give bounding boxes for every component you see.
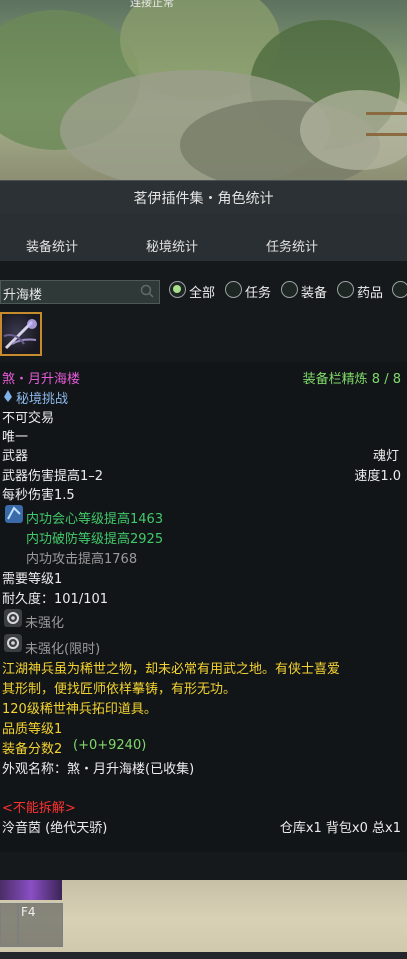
filter-label: 药品 bbox=[357, 286, 384, 301]
radio-icon bbox=[281, 281, 298, 298]
plugin-panel: 茗伊插件集・角色统计 装备统计 秘境统计 任务统计 升海楼 全部 任务 装备 药… bbox=[0, 180, 407, 880]
item-tooltip: 煞・月升海楼 装备栏精炼 8 / 8 秘境挑战 不可交易 唯一 武器 魂灯 武器… bbox=[0, 362, 407, 852]
tab-dungeon-stats[interactable]: 秘境统计 bbox=[146, 236, 198, 255]
buff-bar bbox=[0, 880, 62, 900]
timed-enhance-slot-icon bbox=[4, 634, 22, 652]
owner-character: 泠音茵 (绝代天骄) bbox=[2, 821, 108, 836]
enhance-slot-icon bbox=[4, 609, 22, 627]
item-subtype: 魂灯 bbox=[372, 449, 399, 464]
refine-level: 装备栏精炼 8 / 8 bbox=[302, 372, 401, 387]
hotkey-slot[interactable] bbox=[0, 903, 18, 947]
item-category: 武器 bbox=[2, 449, 29, 464]
search-value: 升海楼 bbox=[3, 288, 43, 303]
no-dismantle: <不能拆解> bbox=[2, 801, 76, 816]
item-name: 煞・月升海楼 bbox=[2, 372, 81, 387]
attr-overcome: 内功破防等级提高2925 bbox=[26, 532, 164, 547]
enhance-status: 未强化 bbox=[25, 616, 65, 631]
radio-icon bbox=[225, 281, 242, 298]
attr-crit: 内功会心等级提高1463 bbox=[26, 512, 164, 527]
unique-flag: 唯一 bbox=[2, 430, 29, 445]
item-icon-slot[interactable] bbox=[0, 312, 42, 356]
attribute-gem-icon bbox=[5, 505, 23, 523]
hotkey-slot-f4[interactable]: F4 bbox=[18, 903, 63, 947]
search-input[interactable]: 升海楼 bbox=[0, 280, 160, 304]
no-trade: 不可交易 bbox=[2, 411, 55, 426]
attr-attack: 内功攻击提高1768 bbox=[26, 552, 138, 567]
gear-score-bonus: (+0+9240) bbox=[73, 738, 147, 753]
connection-status-bar: 连接正常 bbox=[0, 0, 407, 9]
tab-equipment-stats[interactable]: 装备统计 bbox=[26, 236, 78, 255]
hotkey-label: F4 bbox=[21, 905, 36, 919]
weapon-speed: 速度1.0 bbox=[354, 469, 401, 484]
required-level: 需要等级1 bbox=[2, 572, 63, 587]
game-scene-bottom: F4 bbox=[0, 880, 407, 959]
item-tier: 120级稀世神兵拓印道具。 bbox=[2, 702, 157, 717]
filter-label: 装备 bbox=[301, 286, 328, 301]
radio-icon bbox=[392, 281, 407, 298]
dungeon-source-icon bbox=[4, 390, 12, 402]
tab-quest-stats[interactable]: 任务统计 bbox=[266, 236, 318, 255]
game-scene-top: 连接正常 bbox=[0, 0, 407, 180]
lantern-weapon-icon bbox=[3, 319, 37, 350]
timed-enhance-status: 未强化(限时) bbox=[25, 642, 101, 657]
radio-selected-icon bbox=[169, 281, 186, 298]
gear-score: 装备分数2 bbox=[2, 742, 63, 757]
connection-status: 连接正常 bbox=[130, 0, 174, 9]
item-source: 秘境挑战 bbox=[16, 392, 69, 407]
lore-line-1: 江湖神兵虽为稀世之物，却未必常有用武之地。有侠士喜爱 bbox=[2, 662, 341, 677]
filter-label: 任务 bbox=[245, 286, 272, 301]
lore-line-2: 其形制，便找匠师依样摹铸，有形无功。 bbox=[2, 682, 237, 697]
panel-title-bar[interactable]: 茗伊插件集・角色统计 bbox=[0, 180, 407, 214]
appearance-name: 外观名称：煞・月升海楼(已收集) bbox=[2, 762, 195, 777]
stats-tab-bar: 装备统计 秘境统计 任务统计 bbox=[0, 213, 407, 261]
filter-label: 全部 bbox=[189, 286, 216, 301]
search-icon[interactable] bbox=[139, 283, 155, 299]
weapon-dps: 每秒伤害1.5 bbox=[2, 488, 75, 503]
weapon-damage: 武器伤害提高1–2 bbox=[2, 469, 104, 484]
quality-level: 品质等级1 bbox=[2, 722, 63, 737]
radio-icon bbox=[337, 281, 354, 298]
durability: 耐久度：101/101 bbox=[2, 592, 109, 607]
skill-bar bbox=[0, 952, 407, 959]
storage-counts: 仓库x1 背包x0 总x1 bbox=[279, 821, 401, 836]
panel-title: 茗伊插件集・角色统计 bbox=[133, 191, 274, 207]
